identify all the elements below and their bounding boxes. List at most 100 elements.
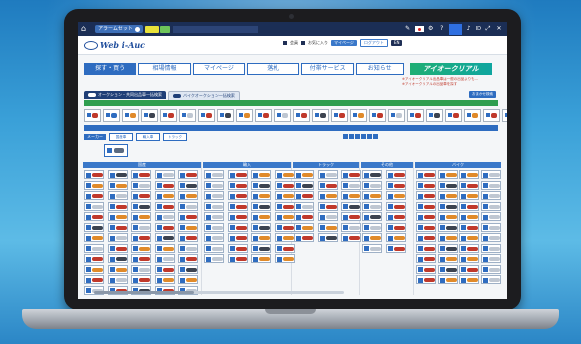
- vehicle-cell[interactable]: [294, 222, 314, 232]
- vehicle-cell[interactable]: [154, 254, 175, 263]
- edit-icon[interactable]: ✎: [404, 25, 412, 33]
- page-box[interactable]: [373, 134, 378, 139]
- vehicle-cell[interactable]: [107, 201, 128, 211]
- vehicle-cell[interactable]: [154, 180, 175, 190]
- vehicle-cell[interactable]: [416, 170, 436, 179]
- brand-tile[interactable]: [274, 109, 291, 122]
- vehicle-cell[interactable]: [480, 180, 501, 190]
- vehicle-cell[interactable]: [131, 180, 151, 190]
- auto-search-button[interactable]: おまかせ検索: [469, 91, 496, 98]
- vehicle-cell[interactable]: [84, 201, 104, 211]
- vehicle-cell[interactable]: [416, 243, 436, 253]
- vehicle-cell[interactable]: [178, 222, 198, 232]
- vehicle-cell[interactable]: [294, 212, 314, 221]
- vehicle-cell[interactable]: [131, 254, 151, 263]
- vehicle-cell[interactable]: [154, 201, 175, 211]
- vehicle-cell[interactable]: [437, 275, 458, 284]
- vehicle-cell[interactable]: [178, 170, 198, 179]
- vehicle-cell[interactable]: [437, 212, 458, 221]
- vehicle-cell[interactable]: [274, 243, 295, 253]
- vehicle-cell[interactable]: [227, 233, 248, 242]
- brand-tile[interactable]: [255, 109, 272, 122]
- vehicle-cell[interactable]: [459, 191, 479, 200]
- vehicle-cell[interactable]: [416, 222, 436, 232]
- vehicle-cell[interactable]: [341, 180, 361, 190]
- brand-tile[interactable]: [464, 109, 481, 122]
- vehicle-cell[interactable]: [227, 243, 248, 253]
- vehicle-cell[interactable]: [204, 243, 224, 253]
- vehicle-cell[interactable]: [154, 264, 175, 274]
- vehicle-cell[interactable]: [341, 222, 361, 232]
- vehicle-cell[interactable]: [154, 191, 175, 200]
- vehicle-cell[interactable]: [362, 170, 382, 179]
- brand-tile[interactable]: [198, 109, 215, 122]
- vehicle-cell[interactable]: [107, 180, 128, 190]
- brand-tile[interactable]: [160, 109, 177, 122]
- vehicle-cell[interactable]: [437, 191, 458, 200]
- vehicle-cell[interactable]: [341, 201, 361, 211]
- vehicle-cell[interactable]: [131, 222, 151, 232]
- vehicle-cell[interactable]: [385, 201, 406, 211]
- vehicle-cell[interactable]: [480, 243, 501, 253]
- vehicle-cell[interactable]: [178, 180, 198, 190]
- vehicle-cell[interactable]: [107, 254, 128, 263]
- vehicle-cell[interactable]: [251, 212, 271, 221]
- vehicle-cell[interactable]: [385, 212, 406, 221]
- vehicle-cell[interactable]: [227, 254, 248, 263]
- vehicle-cell[interactable]: [317, 191, 338, 200]
- vehicle-cell[interactable]: [154, 212, 175, 221]
- vehicle-cell[interactable]: [227, 170, 248, 179]
- vehicle-cell[interactable]: [317, 170, 338, 179]
- vehicle-cell[interactable]: [480, 201, 501, 211]
- favorite-link[interactable]: お気に入り: [308, 40, 328, 46]
- nav-tab-mypage[interactable]: マイページ: [192, 63, 246, 75]
- user-id-label[interactable]: ID: [476, 26, 481, 32]
- vehicle-cell[interactable]: [294, 233, 314, 242]
- vehicle-cell[interactable]: [274, 180, 295, 190]
- vehicle-cell[interactable]: [362, 201, 382, 211]
- vehicle-cell[interactable]: [84, 243, 104, 253]
- vehicle-cell[interactable]: [437, 233, 458, 242]
- brand-tile[interactable]: [236, 109, 253, 122]
- vehicle-cell[interactable]: [437, 170, 458, 179]
- page-box[interactable]: [343, 134, 348, 139]
- vehicle-cell[interactable]: [204, 212, 224, 221]
- vehicle-cell[interactable]: [204, 180, 224, 190]
- vehicle-cell[interactable]: [131, 233, 151, 242]
- vehicle-cell[interactable]: [480, 170, 501, 179]
- vehicle-cell[interactable]: [317, 222, 338, 232]
- vehicle-cell[interactable]: [227, 201, 248, 211]
- vehicle-cell[interactable]: [416, 233, 436, 242]
- vehicle-cell[interactable]: [459, 275, 479, 284]
- japan-flag-icon[interactable]: [414, 26, 424, 32]
- nav-tab-buy[interactable]: 探す・買う: [84, 63, 137, 75]
- vehicle-cell[interactable]: [107, 212, 128, 221]
- vehicle-cell[interactable]: [107, 170, 128, 179]
- vehicle-cell[interactable]: [480, 233, 501, 242]
- vehicle-cell[interactable]: [84, 170, 104, 179]
- vehicle-cell[interactable]: [416, 212, 436, 221]
- vehicle-cell[interactable]: [84, 264, 104, 274]
- vehicle-cell[interactable]: [437, 264, 458, 274]
- vehicle-cell[interactable]: [341, 191, 361, 200]
- vehicle-cell[interactable]: [437, 254, 458, 263]
- vehicle-cell[interactable]: [204, 191, 224, 200]
- vehicle-cell[interactable]: [437, 201, 458, 211]
- vehicle-cell[interactable]: [227, 222, 248, 232]
- brand-tile[interactable]: [84, 109, 101, 122]
- vehicle-cell[interactable]: [480, 264, 501, 274]
- vehicle-cell[interactable]: [385, 191, 406, 200]
- vehicle-cell[interactable]: [294, 191, 314, 200]
- brand-tile[interactable]: [331, 109, 348, 122]
- vehicle-cell[interactable]: [480, 222, 501, 232]
- vehicle-cell[interactable]: [274, 191, 295, 200]
- vehicle-cell[interactable]: [274, 170, 295, 179]
- vehicle-cell[interactable]: [480, 275, 501, 284]
- brand-tile[interactable]: [179, 109, 196, 122]
- vehicle-cell[interactable]: [131, 201, 151, 211]
- vehicle-cell[interactable]: [84, 222, 104, 232]
- vehicle-cell[interactable]: [317, 201, 338, 211]
- nav-tab-news[interactable]: お知らせ: [355, 63, 404, 75]
- help-icon[interactable]: ?: [438, 25, 446, 33]
- vehicle-cell[interactable]: [459, 254, 479, 263]
